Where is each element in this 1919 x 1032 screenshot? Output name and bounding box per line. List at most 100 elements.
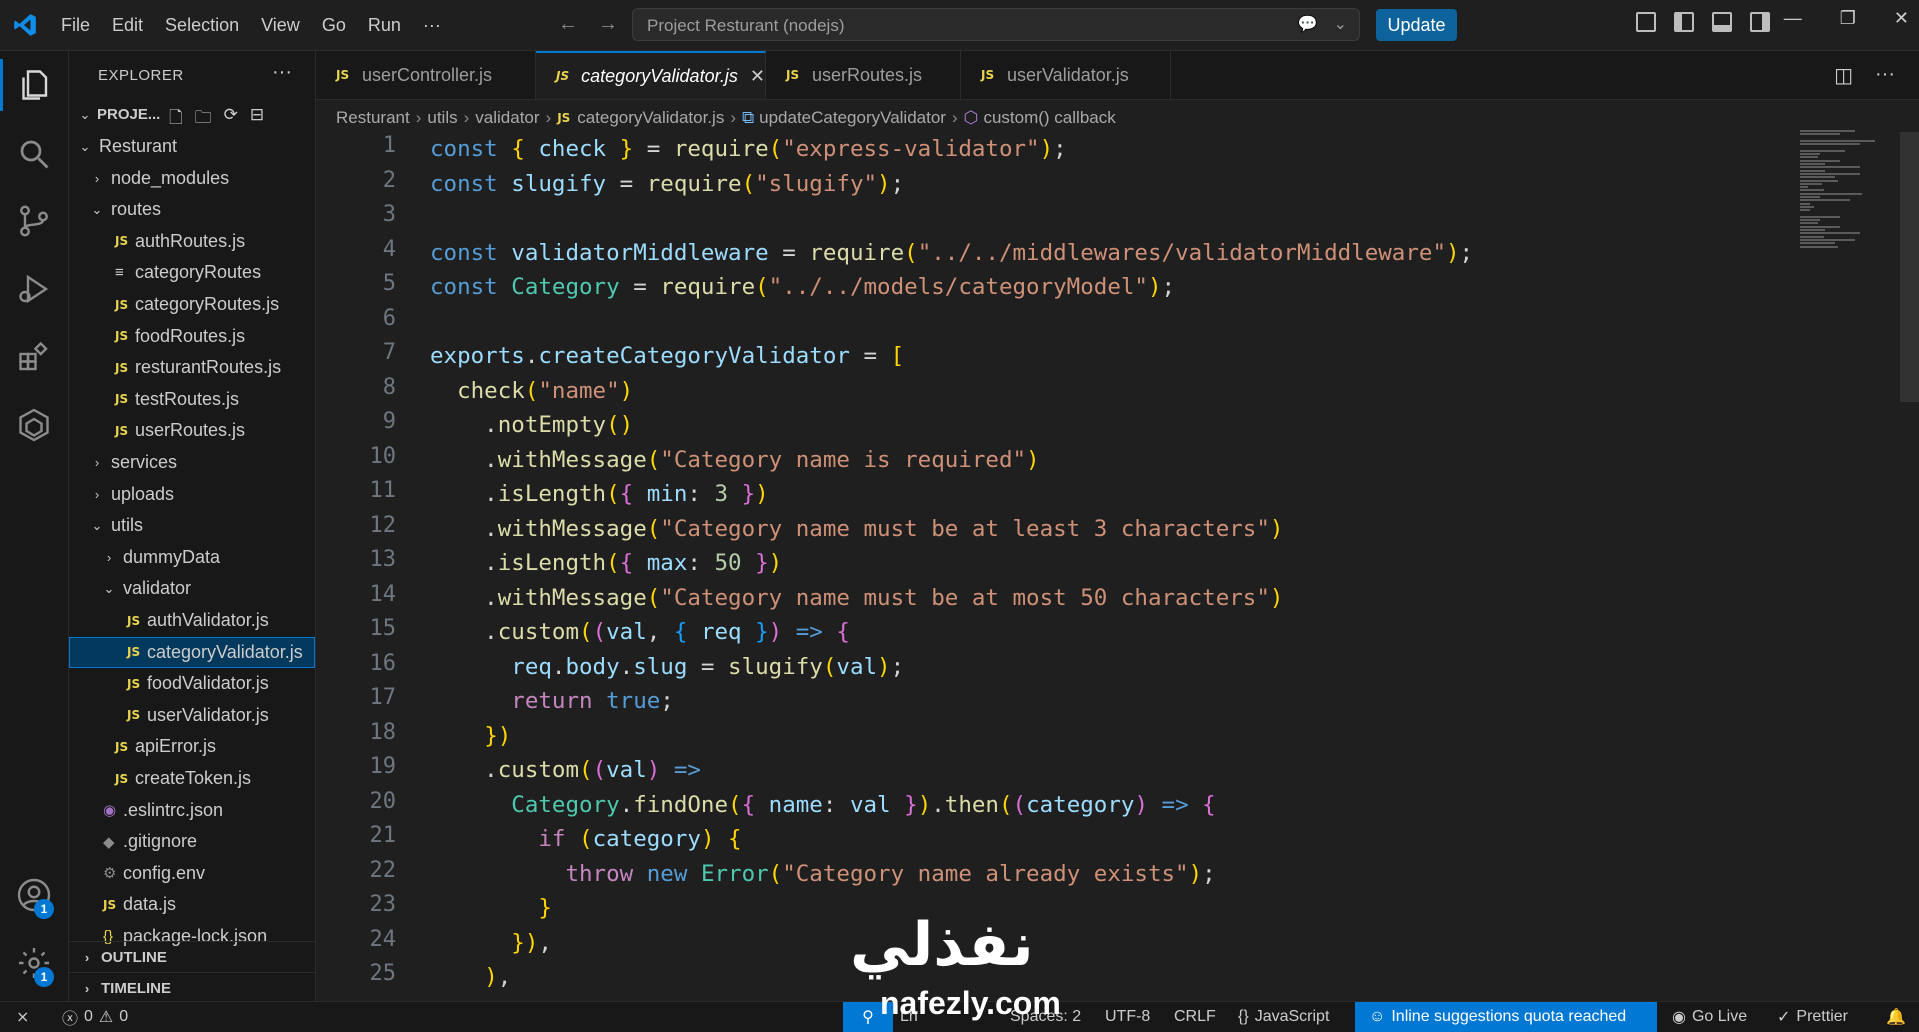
explorer-files-icon[interactable] xyxy=(16,67,52,103)
tree-item[interactable]: JS authValidator.js xyxy=(69,605,315,636)
menu-edit[interactable]: Edit xyxy=(101,15,154,36)
tree-item[interactable]: › node_modules xyxy=(69,163,315,194)
tab-user-controller[interactable]: JS userController.js xyxy=(316,51,536,99)
encoding-status[interactable]: UTF-8 xyxy=(1105,1002,1150,1032)
tree-item[interactable]: ⌄ routes xyxy=(69,194,315,225)
inline-suggestions-status[interactable]: ☺ Inline suggestions quota reached xyxy=(1355,1002,1657,1032)
menu-run[interactable]: Run xyxy=(357,15,412,36)
tab-category-validator[interactable]: JS categoryValidator.js ✕ xyxy=(536,51,766,99)
menu-go[interactable]: Go xyxy=(311,15,357,36)
project-header[interactable]: ⌄ PROJE... 🗋 🗀 ⟳ ⊟ xyxy=(69,101,315,129)
code-line[interactable] xyxy=(430,305,1473,340)
language-mode-status[interactable]: {} JavaScript xyxy=(1238,1002,1329,1032)
tree-item[interactable]: ◉ .eslintrc.json xyxy=(69,795,315,826)
tree-item[interactable]: › uploads xyxy=(69,479,315,510)
tree-item[interactable]: JS foodValidator.js xyxy=(69,668,315,699)
go-live-status[interactable]: ◉ Go Live xyxy=(1672,1002,1747,1032)
code-line[interactable]: if (category) { xyxy=(430,822,1473,857)
restore-icon[interactable]: ❐ xyxy=(1840,8,1856,29)
outline-section[interactable]: › OUTLINE xyxy=(69,941,315,973)
tree-item[interactable]: ≡ categoryRoutes xyxy=(69,257,315,288)
tab-user-validator[interactable]: JS userValidator.js xyxy=(961,51,1171,99)
new-file-icon[interactable]: 🗋 xyxy=(169,105,183,134)
code-line[interactable]: exports.createCategoryValidator = [ xyxy=(430,339,1473,374)
extensions-icon[interactable] xyxy=(16,339,52,375)
tree-item[interactable]: JS data.js xyxy=(69,889,315,920)
vertical-scrollbar[interactable] xyxy=(1900,132,1919,402)
tree-item[interactable]: JS userRoutes.js xyxy=(69,415,315,446)
code-line[interactable]: return true; xyxy=(430,684,1473,719)
minimap[interactable] xyxy=(1800,130,1895,250)
code-line[interactable]: const validatorMiddleware = require("../… xyxy=(430,236,1473,271)
tree-item[interactable]: › dummyData xyxy=(69,542,315,573)
code-line[interactable]: req.body.slug = slugify(val); xyxy=(430,650,1473,685)
back-arrow-icon[interactable]: ← xyxy=(558,13,578,36)
source-control-icon[interactable] xyxy=(16,203,52,239)
code-line[interactable]: check("name") xyxy=(430,374,1473,409)
close-tab-icon[interactable]: ✕ xyxy=(750,66,765,87)
code-line[interactable]: .isLength({ max: 50 }) xyxy=(430,546,1473,581)
code-line[interactable]: const { check } = require("express-valid… xyxy=(430,132,1473,167)
close-icon[interactable]: ✕ xyxy=(1894,8,1909,29)
toggle-primary-sidebar-icon[interactable] xyxy=(1674,12,1694,32)
new-folder-icon[interactable]: 🗀 xyxy=(195,105,212,134)
run-debug-icon[interactable] xyxy=(16,271,52,307)
problems-indicator[interactable]: ⓧ 0 ⚠ 0 xyxy=(62,1002,128,1032)
code-line[interactable]: Category.findOne({ name: val }).then((ca… xyxy=(430,788,1473,823)
code-line[interactable]: const slugify = require("slugify"); xyxy=(430,167,1473,202)
breadcrumb-item[interactable]: validator xyxy=(475,108,539,128)
tree-item[interactable]: JS userValidator.js xyxy=(69,700,315,731)
code-line[interactable]: .notEmpty() xyxy=(430,408,1473,443)
refresh-icon[interactable]: ⟳ xyxy=(224,105,238,134)
split-editor-icon[interactable]: ◫ xyxy=(1834,63,1853,88)
toggle-panel-icon[interactable] xyxy=(1712,12,1732,32)
tree-item[interactable]: JS categoryRoutes.js xyxy=(69,289,315,320)
menu-file[interactable]: File xyxy=(50,15,101,36)
menu-selection[interactable]: Selection xyxy=(154,15,250,36)
notifications-bell-icon[interactable]: 🔔 xyxy=(1886,1002,1906,1032)
prettier-status[interactable]: ✓ Prettier xyxy=(1777,1002,1848,1032)
breadcrumb-item[interactable]: categoryValidator.js xyxy=(577,108,724,128)
tree-item[interactable]: ⌄ utils xyxy=(69,510,315,541)
breadcrumb-item[interactable]: custom() callback xyxy=(983,108,1115,128)
code-line[interactable]: }) xyxy=(430,719,1473,754)
customize-layout-icon[interactable] xyxy=(1636,12,1656,32)
code-content[interactable]: const { check } = require("express-valid… xyxy=(430,132,1473,995)
explorer-more-actions[interactable]: ··· xyxy=(272,61,292,84)
toggle-secondary-sidebar-icon[interactable] xyxy=(1750,12,1770,32)
remote-explorer-icon[interactable] xyxy=(16,407,52,443)
code-line[interactable]: .custom((val, { req }) => { xyxy=(430,615,1473,650)
tree-item[interactable]: JS authRoutes.js xyxy=(69,226,315,257)
search-icon[interactable] xyxy=(16,136,52,172)
code-line[interactable]: throw new Error("Category name already e… xyxy=(430,857,1473,892)
code-line[interactable]: const Category = require("../../models/c… xyxy=(430,270,1473,305)
menu-more[interactable]: ··· xyxy=(412,15,452,36)
tree-item[interactable]: JS testRoutes.js xyxy=(69,384,315,415)
breadcrumb-item[interactable]: utils xyxy=(427,108,457,128)
tree-item[interactable]: JS createToken.js xyxy=(69,763,315,794)
code-line[interactable]: .custom((val) => xyxy=(430,753,1473,788)
menu-view[interactable]: View xyxy=(250,15,311,36)
command-center-search[interactable]: Project Resturant (nodejs) 💬 ⌄ xyxy=(632,8,1360,41)
code-editor[interactable]: 1 2 3 4 5 6 7 8 9 10 11 12 13 14 15 16 17 18 19 20 21 22 23 24 2… xyxy=(316,132,1919,1001)
code-line[interactable]: .isLength({ min: 3 }) xyxy=(430,477,1473,512)
tab-user-routes[interactable]: JS userRoutes.js xyxy=(766,51,961,99)
code-line[interactable]: .withMessage("Category name must be at l… xyxy=(430,512,1473,547)
minimize-icon[interactable]: — xyxy=(1784,8,1802,29)
tree-item[interactable]: ◆ .gitignore xyxy=(69,826,315,857)
update-button[interactable]: Update xyxy=(1376,9,1457,41)
editor-more-actions-icon[interactable]: ··· xyxy=(1875,63,1895,88)
code-line[interactable] xyxy=(430,201,1473,236)
tree-item[interactable]: ⌄ validator xyxy=(69,573,315,604)
tree-item[interactable]: JS categoryValidator.js xyxy=(69,636,315,668)
remote-indicator-icon[interactable]: ⨯ xyxy=(16,1002,29,1032)
breadcrumb-item[interactable]: Resturant xyxy=(336,108,410,128)
code-line[interactable]: .withMessage("Category name is required"… xyxy=(430,443,1473,478)
breadcrumb-item[interactable]: updateCategoryValidator xyxy=(759,108,946,128)
copilot-chat-icon[interactable]: 💬 xyxy=(1298,14,1318,34)
tree-item[interactable]: ⌄ Resturant xyxy=(69,131,315,162)
timeline-section[interactable]: › TIMELINE xyxy=(69,972,315,1004)
forward-arrow-icon[interactable]: → xyxy=(598,13,618,36)
tree-item[interactable]: JS resturantRoutes.js xyxy=(69,352,315,383)
tree-item[interactable]: JS apiError.js xyxy=(69,731,315,762)
